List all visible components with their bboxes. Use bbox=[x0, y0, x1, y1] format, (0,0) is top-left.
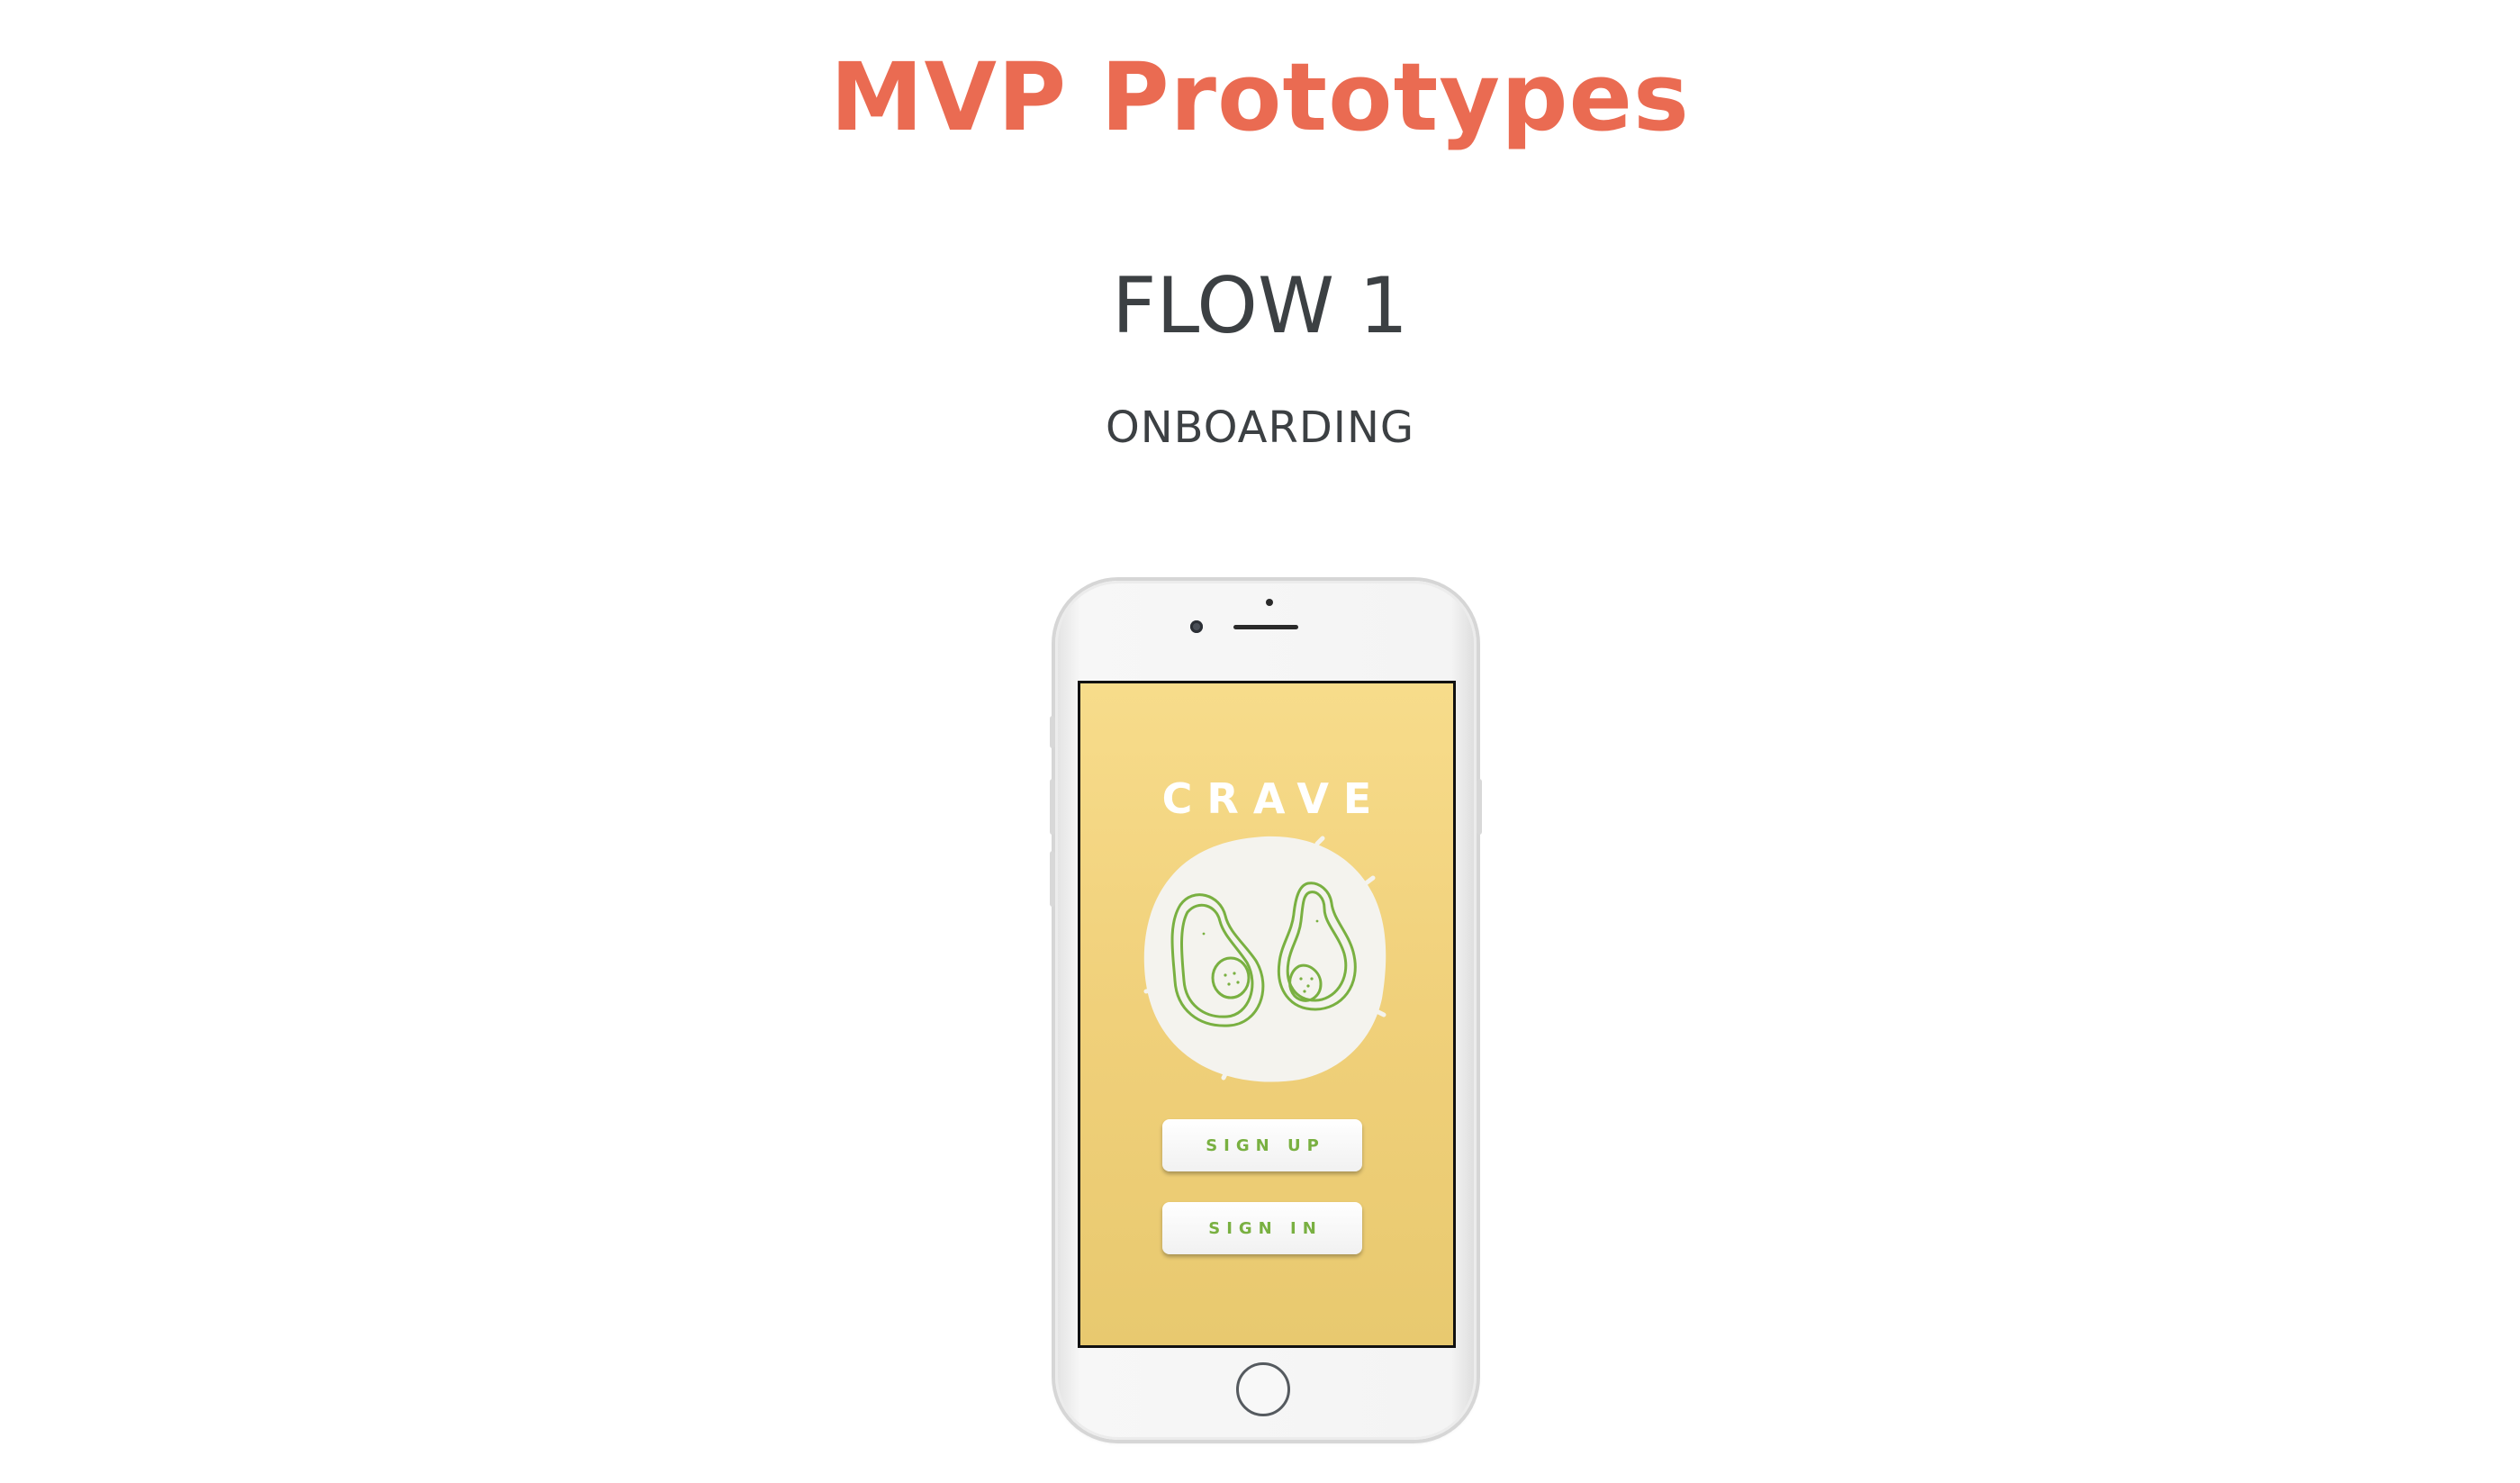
phone-mockup: CRAVE SIGN UP SIGN IN bbox=[1050, 581, 1482, 1440]
sign-up-button[interactable]: SIGN UP bbox=[1162, 1119, 1362, 1171]
page-title: MVP Prototypes bbox=[830, 42, 1690, 152]
flow-title: FLOW 1 bbox=[1111, 261, 1409, 351]
sign-in-button[interactable]: SIGN IN bbox=[1162, 1202, 1362, 1254]
avocado-icon bbox=[1143, 836, 1386, 1082]
volume-down-button bbox=[1050, 851, 1055, 907]
app-name: CRAVE bbox=[1161, 774, 1386, 823]
app-screen: CRAVE SIGN UP SIGN IN bbox=[1078, 681, 1456, 1348]
volume-up-button bbox=[1050, 779, 1055, 835]
mute-switch bbox=[1050, 716, 1055, 748]
home-button[interactable] bbox=[1236, 1362, 1290, 1416]
sensor-dot bbox=[1266, 599, 1273, 606]
flow-subtitle: ONBOARDING bbox=[1105, 402, 1415, 453]
front-camera-icon bbox=[1190, 620, 1203, 633]
power-button bbox=[1477, 779, 1482, 835]
speaker-grille bbox=[1233, 625, 1298, 629]
